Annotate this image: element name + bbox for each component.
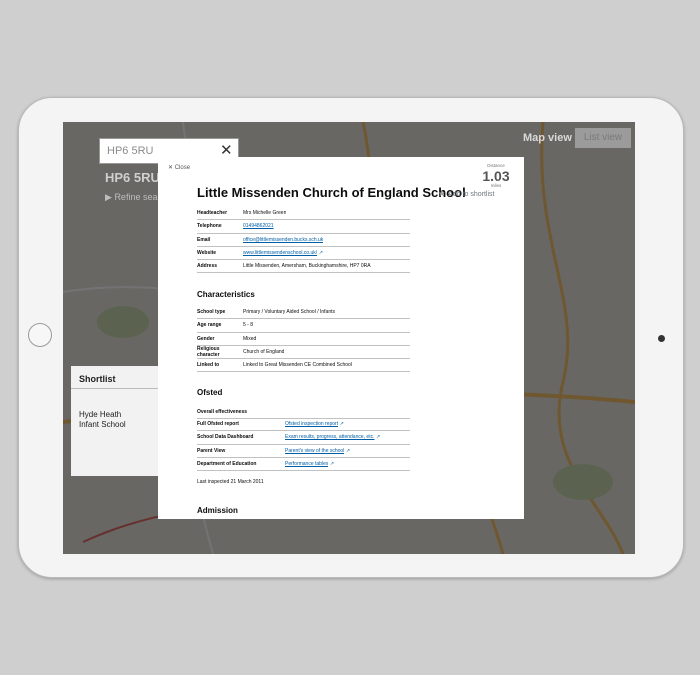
ofsted-report-link[interactable]: Ofsted inspection report	[285, 421, 338, 427]
distance-badge: Distance 1.03 miles	[476, 163, 516, 189]
row-value: Primary / Voluntary Aided School / Infan…	[243, 309, 335, 316]
close-button[interactable]: ✕ Close	[168, 164, 190, 171]
admission-heading: Admission	[197, 506, 238, 515]
email-link[interactable]: office@littlemissenden.bucks.sch.uk	[243, 237, 323, 243]
triangle-right-icon: ▶	[105, 192, 112, 202]
close-label: Close	[174, 165, 191, 171]
row-key: Full Ofsted report	[197, 421, 239, 428]
star-icon: ★	[438, 189, 446, 198]
characteristics-heading: Characteristics	[197, 290, 255, 299]
table-row: Linked to Linked to Great Missenden CE C…	[197, 359, 410, 373]
table-row: Gender Mixed	[197, 333, 410, 346]
data-dashboard-link[interactable]: Exam results, progress, attendance, etc.	[285, 434, 375, 440]
divider	[71, 388, 163, 389]
shortlist-title: Shortlist	[79, 374, 116, 384]
ofsted-table: Full Ofsted report Ofsted inspection rep…	[197, 418, 410, 472]
external-link-icon: ↗	[318, 250, 323, 257]
table-row: Email office@littlemissenden.bucks.sch.u…	[197, 234, 410, 247]
row-value: Mixed	[243, 335, 257, 342]
website-link[interactable]: www.littlemissendenschool.co.uk/	[243, 250, 317, 256]
row-key: Age range	[197, 322, 222, 329]
close-icon: ✕	[168, 165, 175, 171]
row-key: Email	[197, 236, 211, 243]
home-button[interactable]	[28, 323, 52, 347]
add-to-shortlist-button[interactable]: ★ Add to shortlist	[438, 189, 494, 198]
row-key: Department of Education	[197, 461, 257, 468]
performance-tables-link[interactable]: Performance tables	[285, 461, 328, 467]
row-key: Parent View	[197, 447, 226, 454]
table-row: School Data Dashboard Exam results, prog…	[197, 431, 410, 445]
school-detail-modal: ✕ Close Distance 1.03 miles Little Misse…	[158, 157, 524, 519]
last-inspected: Last inspected 21 March 2011	[197, 479, 264, 485]
external-link-icon: ↗	[339, 421, 344, 428]
overall-effectiveness-label: Overall effectiveness	[197, 409, 248, 415]
camera-icon	[658, 335, 665, 342]
school-name: Little Missenden Church of England Schoo…	[197, 185, 466, 200]
row-key: Religious character	[197, 346, 220, 359]
add-to-shortlist-label: Add to shortlist	[448, 191, 495, 198]
distance-value: 1.03	[482, 168, 510, 184]
row-key: Address	[197, 263, 218, 270]
row-key: School Data Dashboard	[197, 434, 254, 441]
external-link-icon: ↗	[345, 447, 351, 454]
external-link-icon: ↗	[376, 434, 381, 441]
table-row: Parent View Parent's view of the school …	[197, 445, 410, 458]
list-view-button[interactable]: List view	[575, 128, 631, 148]
row-key: Headteacher	[197, 210, 228, 217]
row-key: Gender	[197, 335, 215, 342]
postcode-heading: HP6 5RU	[105, 170, 160, 185]
row-value: Mrs Michelle Green	[243, 210, 287, 217]
contact-table: Headteacher Mrs Michelle Green Telephone…	[197, 207, 410, 274]
row-value: Church of England	[243, 349, 285, 356]
map-view-button[interactable]: Map view	[523, 132, 572, 144]
table-row: Telephone 01494862021	[197, 220, 410, 234]
table-row: Department of Education Performance tabl…	[197, 458, 410, 472]
row-key: Linked to	[197, 362, 220, 369]
parent-view-link[interactable]: Parent's view of the school	[285, 448, 344, 454]
telephone-link[interactable]: 01494862021	[243, 223, 274, 229]
row-key: School type	[197, 309, 226, 316]
table-row: Address Little Missenden, Amersham, Buck…	[197, 260, 410, 274]
characteristics-table: School type Primary / Voluntary Aided Sc…	[197, 306, 410, 373]
row-key: Website	[197, 250, 217, 257]
shortlist-item[interactable]: Hyde Heath Infant School	[79, 410, 135, 430]
row-key: Telephone	[197, 223, 222, 230]
table-row: Full Ofsted report Ofsted inspection rep…	[197, 418, 410, 432]
row-value: 5 - 8	[243, 322, 254, 329]
table-row: School type Primary / Voluntary Aided Sc…	[197, 306, 410, 320]
table-row: Headteacher Mrs Michelle Green	[197, 207, 410, 221]
table-row: Website www.littlemissendenschool.co.uk/…	[197, 247, 410, 261]
table-row: Age range 5 - 8	[197, 319, 410, 333]
row-value: Linked to Great Missenden CE Combined Sc…	[243, 362, 352, 369]
ofsted-heading: Ofsted	[197, 388, 223, 397]
shortlist-panel: Shortlist Hyde Heath Infant School	[71, 366, 163, 476]
row-value: Little Missenden, Amersham, Buckinghamsh…	[243, 263, 371, 270]
table-row: Religious character Church of England	[197, 346, 410, 360]
app-screen: HP6 5RU ✕ HP6 5RU ▶ Refine search Map vi…	[63, 122, 635, 554]
external-link-icon: ↗	[329, 461, 335, 468]
